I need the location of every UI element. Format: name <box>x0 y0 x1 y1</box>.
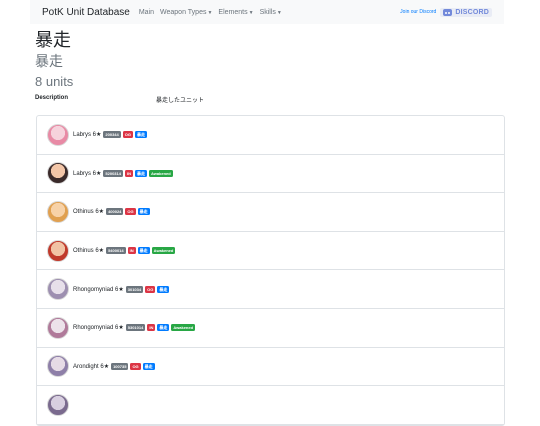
nav-right: Join our Discord DISCORD <box>400 7 492 17</box>
unit-element-badge: 暴走 <box>137 247 150 255</box>
unit-avatar[interactable] <box>47 278 69 301</box>
discord-icon <box>443 8 453 16</box>
nav-elements[interactable]: Elements▼ <box>218 9 253 16</box>
chevron-down-icon: ▼ <box>276 9 282 16</box>
unit-name-link[interactable]: Labrys 6★ <box>73 131 101 138</box>
unit-row[interactable] <box>37 386 504 425</box>
discord-button[interactable]: DISCORD <box>440 7 492 17</box>
unit-element-badge: 暴走 <box>134 169 147 177</box>
nav-elements-label: Elements <box>218 8 248 16</box>
unit-id-badge: 200344 <box>103 131 121 139</box>
unit-element-badge: 暴走 <box>157 285 170 293</box>
chevron-down-icon: ▼ <box>248 9 254 16</box>
unit-type-badge: IN <box>147 324 156 332</box>
unit-row[interactable]: Othinus 6★ 400024 OG 暴走 <box>37 193 504 232</box>
nav-skills-label: Skills <box>259 8 276 16</box>
description-value: 暴走したユニット <box>156 98 205 104</box>
unit-element-badge: 暴走 <box>137 208 150 216</box>
unit-row[interactable]: Arondight 6★ 100735 OG 暴走 <box>37 348 504 387</box>
join-discord-link[interactable]: Join our Discord <box>400 9 436 15</box>
unit-id-badge: 301034 <box>125 285 144 293</box>
unit-row[interactable]: Othinus 6★ 5400014 IN 暴走 Awakened <box>37 232 504 271</box>
top-navbar: PotK Unit Database Main Weapon Types▼ El… <box>30 0 504 24</box>
nav-weapon-types-label: Weapon Types <box>160 8 207 16</box>
unit-avatar[interactable] <box>47 316 69 339</box>
unit-id-badge: 5200314 <box>103 169 123 177</box>
unit-name-link[interactable]: Othinus 6★ <box>73 208 104 215</box>
unit-name-link[interactable]: Rhongomyniad 6★ <box>73 324 124 331</box>
unit-avatar[interactable] <box>47 162 69 185</box>
unit-id-badge: 400024 <box>106 208 124 216</box>
description-label: Description <box>35 95 69 101</box>
unit-id-badge: 100735 <box>111 362 129 370</box>
unit-row[interactable]: Rhongomyniad 6★ 5301014 IN 暴走 Awakened <box>37 309 504 348</box>
unit-type-badge: OG <box>125 208 136 216</box>
unit-element-badge: 暴走 <box>142 362 155 370</box>
unit-avatar[interactable] <box>47 200 69 223</box>
unit-avatar[interactable] <box>47 355 69 378</box>
unit-name-link[interactable]: Othinus 6★ <box>73 247 104 254</box>
unit-count: 8 units <box>35 74 74 89</box>
nav-skills[interactable]: Skills▼ <box>260 9 282 16</box>
unit-avatar[interactable] <box>47 239 69 262</box>
nav-main[interactable]: Main <box>139 9 154 16</box>
chevron-down-icon: ▼ <box>207 9 213 16</box>
unit-id-badge: 5400014 <box>106 247 126 255</box>
awakened-badge: Awakened <box>151 247 176 255</box>
page-title: 暴走 <box>35 30 71 50</box>
unit-name-link[interactable]: Labrys 6★ <box>73 170 101 177</box>
unit-row[interactable]: Rhongomyniad 6★ 301034 OG 暴走 <box>37 270 504 309</box>
unit-type-badge: IN <box>124 169 133 177</box>
unit-type-badge: OG <box>130 362 141 370</box>
discord-label: DISCORD <box>455 8 489 16</box>
unit-type-badge: OG <box>122 131 133 139</box>
unit-avatar[interactable] <box>47 123 69 146</box>
awakened-badge: Awakened <box>171 324 196 332</box>
unit-type-badge: IN <box>127 247 136 255</box>
unit-id-badge: 5301014 <box>125 324 146 332</box>
nav-main-label: Main <box>138 8 155 16</box>
page-subtitle: 暴走 <box>35 53 63 69</box>
unit-row[interactable]: Labrys 6★ 5200314 IN 暴走 Awakened <box>37 155 504 194</box>
brand-link[interactable]: PotK Unit Database <box>42 7 130 18</box>
unit-element-badge: 暴走 <box>157 324 170 332</box>
nav-weapon-types[interactable]: Weapon Types▼ <box>160 9 212 16</box>
unit-name-link[interactable]: Arondight 6★ <box>73 363 109 370</box>
unit-name-link[interactable]: Rhongomyniad 6★ <box>73 286 124 293</box>
unit-type-badge: OG <box>145 285 156 293</box>
awakened-badge: Awakened <box>148 169 173 177</box>
unit-row[interactable]: Labrys 6★ 200344 OG 暴走 <box>37 116 504 155</box>
unit-element-badge: 暴走 <box>135 131 147 139</box>
unit-list: Labrys 6★ 200344 OG 暴走 Labrys 6★ 5200314 IN 暴走 A… <box>36 115 505 426</box>
